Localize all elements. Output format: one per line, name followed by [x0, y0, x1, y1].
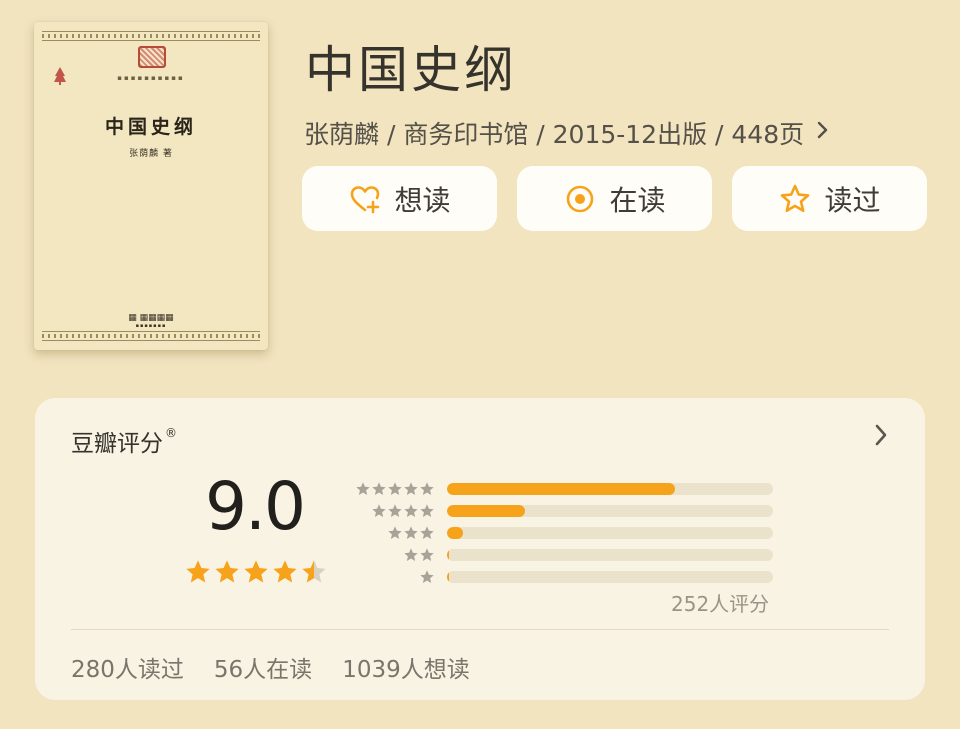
rating-score: 9.0: [205, 468, 306, 545]
rating-count: 252人评分: [671, 592, 770, 616]
star-outline-icon: [781, 184, 810, 212]
rating-stars: [184, 558, 328, 586]
registered-mark: ®: [165, 426, 177, 440]
distribution-track: [447, 527, 773, 539]
distribution-row-5: [353, 478, 773, 500]
star-icon: [388, 482, 402, 495]
distribution-stars: [353, 481, 435, 497]
star-icon: [356, 482, 370, 495]
star-icon: [244, 560, 268, 583]
star-icon: [420, 504, 434, 517]
cover-author: 张荫麟 著: [129, 149, 173, 159]
star-icon: [388, 526, 402, 539]
book-title: 中国史纲: [305, 41, 517, 99]
cover-publisher-logo: ▦ ▦▦▦▦ ▪▪▪▪▪▪▪: [128, 313, 174, 329]
divider: [71, 629, 889, 630]
star-icon: [404, 526, 418, 539]
have-read-button[interactable]: 读过: [732, 166, 927, 231]
star-icon: [420, 548, 434, 561]
star-icon: [302, 560, 326, 583]
distribution-bar: [447, 505, 526, 517]
cover-seal: [138, 46, 166, 68]
want-to-read-label: 想读: [394, 183, 451, 217]
want-to-read-button[interactable]: 想读: [302, 166, 497, 231]
rating-distribution: [353, 478, 773, 588]
reading-count[interactable]: 56人在读: [214, 650, 312, 684]
distribution-bar: [447, 483, 676, 495]
cover-bottom-border: [42, 331, 260, 341]
book-cover[interactable]: ▪▪▪▪▪▪▪▪▪▪ 中国史纲 张荫麟 著 ▦ ▦▦▦▦ ▪▪▪▪▪▪▪: [34, 22, 268, 350]
book-meta-link[interactable]: 张荫麟 / 商务印书馆 / 2015-12出版 / 448页: [304, 115, 830, 151]
star-icon: [186, 560, 210, 583]
have-read-label: 读过: [824, 183, 881, 217]
rating-card[interactable]: 豆瓣评分 ® 9.0 252人评分 280人读过 56人在读 1039人想读: [35, 398, 925, 700]
read-count[interactable]: 280人读过: [71, 650, 184, 684]
distribution-row-2: [353, 544, 773, 566]
distribution-bar: [447, 527, 464, 539]
distribution-track: [447, 549, 773, 561]
star-icon: [404, 548, 418, 561]
star-icon: [372, 504, 386, 517]
distribution-stars: [353, 569, 435, 585]
distribution-row-3: [353, 522, 773, 544]
star-icon: [372, 482, 386, 495]
distribution-stars: [353, 547, 435, 563]
distribution-track: [447, 483, 773, 495]
distribution-bar: [447, 571, 449, 583]
star-icon: [404, 504, 418, 517]
distribution-stars: [353, 525, 435, 541]
want-count[interactable]: 1039人想读: [342, 650, 470, 684]
rating-title-text: 豆瓣评分: [71, 431, 163, 457]
distribution-track: [447, 571, 773, 583]
star-icon: [273, 560, 297, 583]
reading-button[interactable]: 在读: [517, 166, 712, 231]
heart-plus-icon: [351, 185, 380, 213]
distribution-stars: [353, 503, 435, 519]
star-icon: [404, 482, 418, 495]
star-icon: [420, 526, 434, 539]
distribution-bar: [447, 549, 449, 561]
distribution-row-1: [353, 566, 773, 588]
reader-stats: 280人读过 56人在读 1039人想读: [71, 650, 470, 684]
cover-title: 中国史纲: [104, 116, 197, 138]
distribution-track: [447, 505, 773, 517]
target-circle-icon: [567, 185, 594, 212]
star-icon: [420, 482, 434, 495]
cover-top-border: [42, 31, 260, 41]
cover-series-line: ▪▪▪▪▪▪▪▪▪▪: [117, 74, 185, 82]
reading-label: 在读: [609, 183, 666, 217]
star-icon: [420, 570, 434, 583]
book-meta-text: 张荫麟 / 商务印书馆 / 2015-12出版 / 448页: [304, 120, 805, 149]
chevron-right-icon[interactable]: [873, 422, 889, 455]
rating-card-title: 豆瓣评分 ®: [71, 424, 177, 458]
distribution-row-4: [353, 500, 773, 522]
star-icon: [388, 504, 402, 517]
action-buttons: 想读 在读 读过: [302, 166, 927, 231]
star-icon: [215, 560, 239, 583]
chevron-right-icon: [816, 120, 830, 146]
